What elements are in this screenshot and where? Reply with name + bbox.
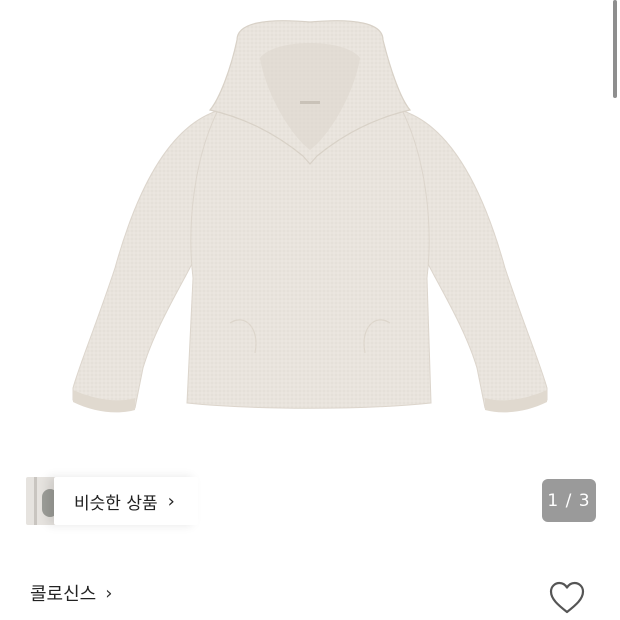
page-indicator-text: 1 / 3: [547, 490, 591, 511]
image-page-indicator: 1 / 3: [542, 479, 596, 522]
similar-products-label: 비슷한 상품: [74, 493, 158, 514]
product-image: [72, 20, 548, 413]
chevron-right-icon: ›: [167, 490, 175, 512]
product-image-gallery[interactable]: 비슷한 상품 › 1 / 3: [0, 0, 620, 540]
heart-outline-icon[interactable]: [548, 580, 586, 616]
thumbnail-stripe: [34, 477, 37, 525]
similar-products-button[interactable]: 비슷한 상품 ›: [54, 477, 198, 525]
chevron-right-icon: ›: [105, 582, 113, 604]
brand-link[interactable]: 콜로신스 ›: [30, 580, 112, 606]
brand-name: 콜로신스: [30, 584, 97, 605]
